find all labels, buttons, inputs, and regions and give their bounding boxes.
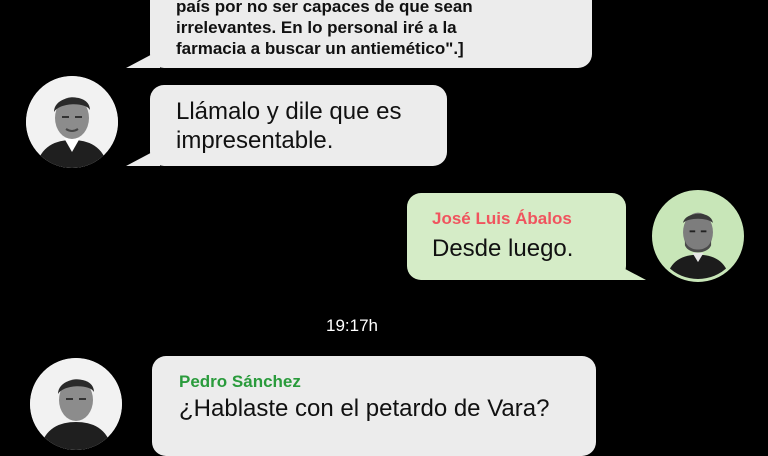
message-bubble-incoming[interactable]: Pedro Sánchez ¿Hablaste con el petardo d… (152, 356, 596, 456)
message-text-line: Llámalo y dile que es (176, 98, 402, 125)
message-timestamp: 19:17h (326, 316, 378, 335)
pedro-sanchez-avatar[interactable] (26, 76, 118, 168)
message-text: ¿Hablaste con el petardo de Vara? (179, 395, 550, 422)
message-text-line: irrelevantes. En lo personal iré a la (176, 18, 457, 37)
message-text-line: impresentable. (176, 127, 334, 154)
message-bubble-incoming[interactable]: Llámalo y dile que es impresentable. (150, 85, 447, 166)
message-text: Desde luego. (432, 235, 574, 262)
jose-luis-abalos-avatar[interactable] (652, 190, 744, 282)
sender-name: Pedro Sánchez (179, 372, 301, 391)
pedro-sanchez-avatar[interactable] (30, 358, 122, 450)
message-bubble-incoming[interactable]: país por no ser capaces de que sean irre… (150, 0, 592, 68)
message-text-line: farmacia a buscar un antiemético".] (176, 39, 464, 58)
message-bubble-outgoing[interactable]: José Luis Ábalos Desde luego. (407, 193, 626, 280)
sender-name: José Luis Ábalos (432, 209, 572, 228)
message-text-line: país por no ser capaces de que sean (176, 0, 473, 16)
bubble-tail (612, 262, 646, 280)
